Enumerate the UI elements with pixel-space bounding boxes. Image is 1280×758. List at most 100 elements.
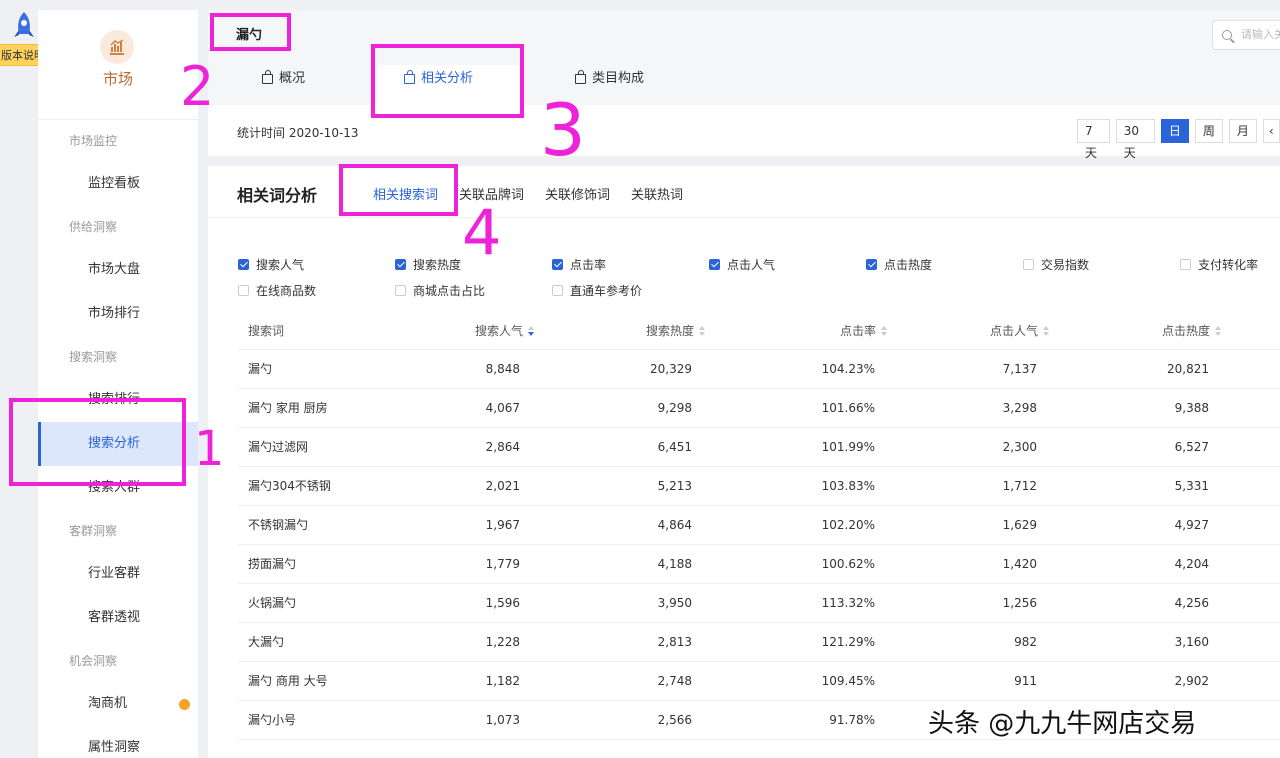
value-cell: 4,067 (485, 401, 520, 415)
checkbox-icon[interactable] (395, 259, 406, 270)
sidebar-group-label: 市场监控 (69, 134, 118, 148)
table-row[interactable]: 漏勺 家用 厨房 4,067 9,298 101.66% 3,298 9,388 (238, 389, 1280, 428)
sort-icon[interactable] (881, 326, 888, 336)
value-cell: 911 (1014, 674, 1037, 688)
related-words-card: 相关词分析 相关搜索词 关联品牌词 关联修饰词 关联热词 搜索人气 搜索热度 点… (208, 166, 1280, 758)
sidebar-item-opportunity[interactable]: 淘商机 (38, 682, 198, 726)
value-cell: 20,821 (1167, 362, 1209, 376)
table-row[interactable]: 火锅漏勺 1,596 3,950 113.32% 1,256 4,256 (238, 584, 1280, 623)
value-cell: 1,420 (1002, 557, 1037, 571)
keyword-cell: 漏勺过滤网 (248, 440, 309, 454)
checkbox-icon[interactable] (709, 259, 720, 270)
keyword-cell: 火锅漏勺 (248, 596, 297, 610)
metric-checkbox[interactable]: 支付转化率 (1180, 256, 1258, 273)
checkbox-icon[interactable] (552, 259, 563, 270)
annotation-number-1: 1 (194, 421, 225, 477)
table-row[interactable]: 不锈钢漏勺 1,967 4,864 102.20% 1,629 4,927 (238, 506, 1280, 545)
period-day-button[interactable]: 日 (1160, 119, 1189, 143)
checkbox-icon[interactable] (866, 259, 877, 270)
calendar-prev-button[interactable]: ‹ (1262, 119, 1280, 143)
checkbox-label: 点击热度 (884, 258, 933, 272)
value-cell: 2,864 (485, 440, 520, 454)
section-title: 相关词分析 (237, 186, 318, 205)
metric-checkbox[interactable]: 搜索热度 (395, 256, 461, 273)
value-cell: 4,204 (1174, 557, 1209, 571)
tab-overview[interactable]: 概况 (262, 65, 305, 105)
sort-icon[interactable] (1043, 326, 1050, 336)
rocket-icon[interactable] (10, 10, 38, 46)
table-row[interactable]: 漏勺 8,848 20,329 104.23% 7,137 20,821 (238, 350, 1280, 389)
column-header-label: 搜索热度 (645, 324, 694, 338)
value-cell: 2,902 (1174, 674, 1209, 688)
search-input[interactable]: 请输入关 (1212, 20, 1280, 50)
metric-checkbox[interactable]: 直通车参考价 (552, 282, 642, 299)
value-cell: 4,256 (1174, 596, 1209, 610)
column-header-sortable[interactable]: 点击率 (840, 312, 888, 350)
sidebar-item-attribute-insight[interactable]: 属性洞察 (38, 726, 198, 758)
sidebar-item-industry-crowd[interactable]: 行业客群 (38, 552, 198, 596)
sidebar-item-market-overview[interactable]: 市场大盘 (38, 248, 198, 292)
sidebar-item-monitor-board[interactable]: 监控看板 (38, 162, 198, 206)
notification-dot (179, 699, 190, 710)
table-row[interactable]: 捞面漏勺 1,779 4,188 100.62% 1,420 4,204 (238, 545, 1280, 584)
checkbox-icon[interactable] (395, 285, 406, 296)
metric-checkbox[interactable]: 交易指数 (1023, 256, 1089, 273)
value-cell: 6,451 (657, 440, 692, 454)
column-header-sortable[interactable]: 点击热度 (1162, 312, 1222, 350)
metric-checkbox[interactable]: 点击人气 (709, 256, 775, 273)
period-week-button[interactable]: 周 (1194, 119, 1223, 143)
bag-icon (575, 70, 586, 84)
keyword-cell: 不锈钢漏勺 (248, 518, 309, 532)
value-cell: 8,848 (485, 362, 520, 376)
checkbox-icon[interactable] (238, 259, 249, 270)
metric-checkbox[interactable]: 点击热度 (866, 256, 932, 273)
checkbox-icon[interactable] (238, 285, 249, 296)
sidebar-item-market-ranking[interactable]: 市场排行 (38, 292, 198, 336)
sort-icon[interactable] (1215, 326, 1222, 336)
period-selector: 7天 30天 日 周 月 ‹ (1077, 119, 1280, 160)
subtab-modifier-words[interactable]: 关联修饰词 (545, 184, 610, 203)
column-header-sortable[interactable]: 搜索热度 (646, 312, 706, 350)
metric-checkbox[interactable]: 商城点击占比 (395, 282, 485, 299)
stat-time: 统计时间 2020-10-13 (237, 126, 359, 140)
checkbox-icon[interactable] (1023, 259, 1034, 270)
period-7d-button[interactable]: 7天 (1077, 119, 1110, 160)
checkbox-label: 点击人气 (727, 258, 776, 272)
watermark: 头条 @九九牛网店交易 (928, 709, 1197, 739)
checkbox-label: 搜索热度 (413, 258, 462, 272)
value-cell: 2,813 (657, 635, 692, 649)
period-month-button[interactable]: 月 (1228, 119, 1257, 143)
metric-checkbox[interactable]: 搜索人气 (238, 256, 304, 273)
subtab-hot-words[interactable]: 关联热词 (631, 184, 683, 203)
value-cell: 1,967 (485, 518, 520, 532)
table-row[interactable]: 漏勺304不锈钢 2,021 5,213 103.83% 1,712 5,331 (238, 467, 1280, 506)
value-cell: 982 (1014, 635, 1037, 649)
value-cell: 104.23% (821, 362, 875, 376)
checkbox-label: 直通车参考价 (570, 284, 643, 298)
column-header-sortable[interactable]: 点击人气 (990, 312, 1050, 350)
checkbox-icon[interactable] (552, 285, 563, 296)
column-header-label: 点击率 (839, 324, 876, 338)
sidebar-group-label: 搜索洞察 (69, 350, 118, 364)
value-cell: 6,527 (1174, 440, 1209, 454)
table-row[interactable]: 漏勺过滤网 2,864 6,451 101.99% 2,300 6,527 (238, 428, 1280, 467)
table-row[interactable]: 大漏勺 1,228 2,813 121.29% 982 3,160 (238, 623, 1280, 662)
metric-checkbox[interactable]: 点击率 (552, 256, 606, 273)
value-cell: 7,137 (1002, 362, 1037, 376)
value-cell: 2,566 (657, 713, 692, 727)
table-header-row: 搜索词 搜索人气 搜索热度 点击率 点击人气 点击热度 (238, 312, 1280, 350)
sort-icon[interactable] (699, 326, 706, 336)
period-30d-button[interactable]: 30天 (1115, 119, 1155, 160)
sort-desc-icon[interactable] (528, 326, 535, 336)
value-cell: 109.45% (821, 674, 875, 688)
column-header-sortable[interactable]: 搜索人气 (475, 312, 535, 350)
checkbox-icon[interactable] (1180, 259, 1191, 270)
value-cell: 113.32% (821, 596, 875, 610)
checkbox-label: 在线商品数 (256, 284, 317, 298)
search-icon (1222, 30, 1232, 40)
sidebar-item-crowd-insight[interactable]: 客群透视 (38, 596, 198, 640)
table-row[interactable]: 漏勺 商用 大号 1,182 2,748 109.45% 911 2,902 (238, 662, 1280, 701)
annotation-box-1 (9, 398, 186, 486)
metric-checkbox[interactable]: 在线商品数 (238, 282, 316, 299)
annotation-box-3 (371, 44, 524, 118)
